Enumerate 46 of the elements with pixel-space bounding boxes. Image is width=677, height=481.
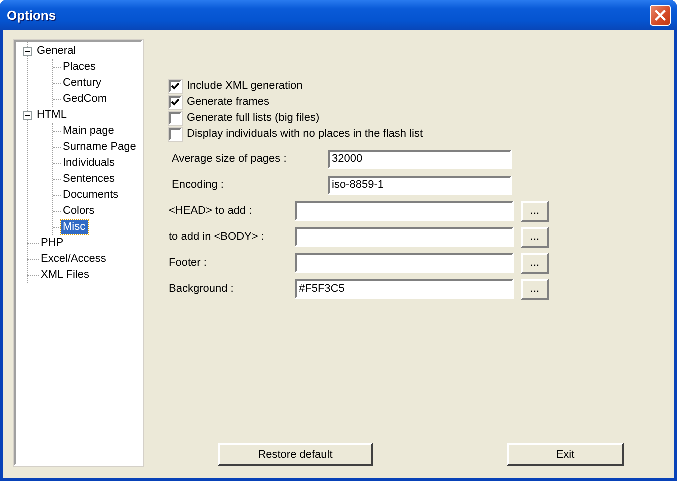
tree-item[interactable]: Individuals bbox=[61, 156, 117, 170]
exit-button[interactable]: Exit bbox=[507, 443, 624, 466]
tree-item[interactable]: HTML bbox=[35, 108, 69, 122]
field-label: to add in <BODY> : bbox=[169, 231, 266, 243]
checkbox[interactable] bbox=[169, 112, 182, 124]
collapse-icon[interactable] bbox=[23, 110, 32, 120]
checkbox[interactable] bbox=[169, 96, 182, 108]
close-icon bbox=[655, 10, 666, 20]
tree-item[interactable]: Century bbox=[61, 76, 104, 90]
input-field[interactable] bbox=[295, 227, 514, 247]
input-field[interactable]: iso-8859-1 bbox=[328, 176, 512, 194]
input-field[interactable]: 32000 bbox=[328, 150, 512, 168]
tree-item[interactable]: Sentences bbox=[61, 172, 117, 186]
collapse-icon[interactable] bbox=[23, 46, 32, 56]
browse-button[interactable]: ... bbox=[521, 200, 549, 222]
window-title: Options bbox=[7, 8, 56, 22]
tree-item[interactable]: GedCom bbox=[61, 92, 110, 106]
browse-button[interactable]: ... bbox=[521, 226, 549, 248]
tree-item[interactable]: Misc bbox=[61, 220, 88, 234]
input-field[interactable] bbox=[295, 253, 514, 273]
checkbox-label: Display individuals with no places in the flash list bbox=[187, 128, 424, 140]
tree-item[interactable]: Excel/Access bbox=[39, 252, 108, 266]
field-label: Background : bbox=[169, 283, 235, 295]
browse-button[interactable]: ... bbox=[521, 278, 549, 300]
close-button[interactable] bbox=[650, 4, 671, 26]
checkbox-label: Generate frames bbox=[187, 96, 270, 108]
browse-button[interactable]: ... bbox=[521, 252, 549, 274]
checkbox[interactable] bbox=[169, 80, 182, 92]
tree-item[interactable]: Documents bbox=[61, 188, 121, 202]
input-field[interactable]: #F5F3C5 bbox=[295, 279, 514, 299]
restore-default-button[interactable]: Restore default bbox=[218, 443, 373, 466]
field-label: <HEAD> to add : bbox=[169, 205, 254, 217]
checkbox-label: Generate full lists (big files) bbox=[187, 112, 320, 124]
tree-item[interactable]: General bbox=[35, 44, 78, 58]
checkbox[interactable] bbox=[169, 128, 182, 140]
field-label: Average size of pages : bbox=[171, 153, 288, 165]
tree-item[interactable]: PHP bbox=[39, 236, 66, 250]
field-label: Footer : bbox=[169, 257, 208, 269]
tree-item[interactable]: XML Files bbox=[39, 268, 92, 282]
checkbox-label: Include XML generation bbox=[187, 80, 303, 92]
tree-item[interactable]: Surname Page bbox=[61, 140, 138, 154]
tree-item[interactable]: Main page bbox=[61, 124, 116, 138]
field-label: Encoding : bbox=[171, 179, 225, 191]
tree-item[interactable]: Colors bbox=[61, 204, 97, 218]
input-field[interactable] bbox=[295, 201, 514, 221]
tree-item[interactable]: Places bbox=[61, 60, 98, 74]
